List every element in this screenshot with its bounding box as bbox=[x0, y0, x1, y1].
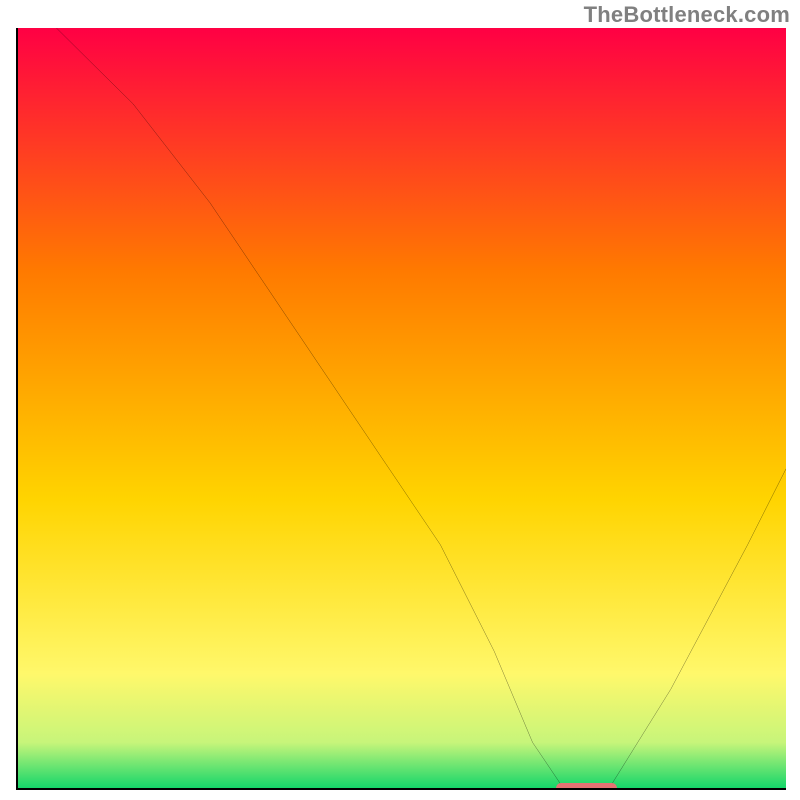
plot-area bbox=[16, 28, 786, 790]
chart-container: TheBottleneck.com bbox=[0, 0, 800, 800]
bottleneck-curve bbox=[18, 28, 786, 788]
watermark-text: TheBottleneck.com bbox=[584, 2, 790, 28]
